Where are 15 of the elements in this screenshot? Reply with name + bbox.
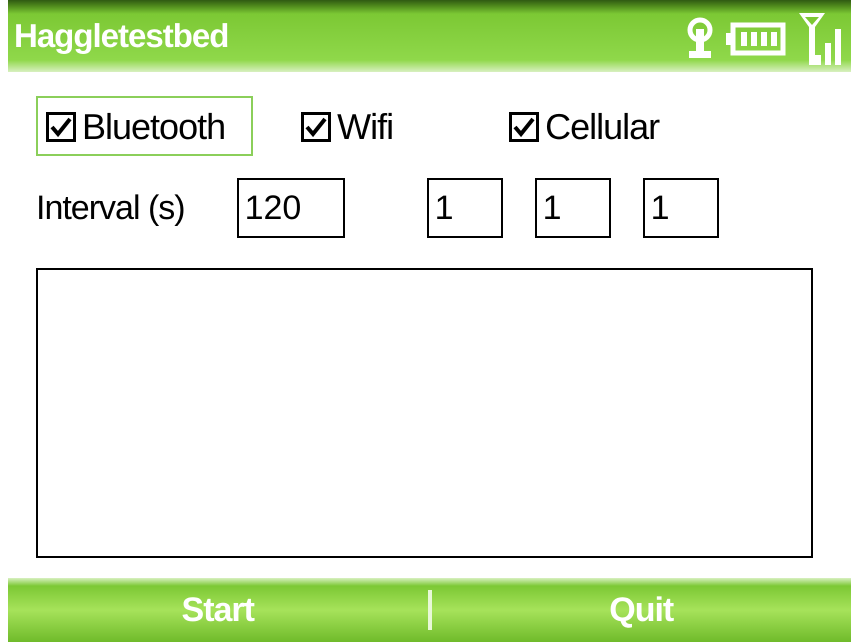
checkbox[interactable]: [301, 112, 332, 142]
input-field[interactable]: 120: [236, 178, 345, 238]
battery-icon: [725, 22, 787, 56]
checkbox-option[interactable]: Cellular: [499, 96, 688, 156]
input-field[interactable]: 1: [426, 178, 503, 238]
window-title: Haggletestbed: [14, 17, 228, 55]
checkbox-option[interactable]: Bluetooth: [36, 96, 254, 156]
checkbox[interactable]: [509, 112, 540, 142]
antenna-icon: [685, 17, 715, 61]
input-field[interactable]: 1: [534, 178, 611, 238]
checkbox[interactable]: [46, 112, 76, 142]
interval-label: Interval (s): [36, 188, 185, 228]
signal-icon: [797, 11, 843, 67]
checkbox-option[interactable]: Wifi: [291, 96, 422, 156]
input-field[interactable]: 1: [642, 178, 719, 238]
